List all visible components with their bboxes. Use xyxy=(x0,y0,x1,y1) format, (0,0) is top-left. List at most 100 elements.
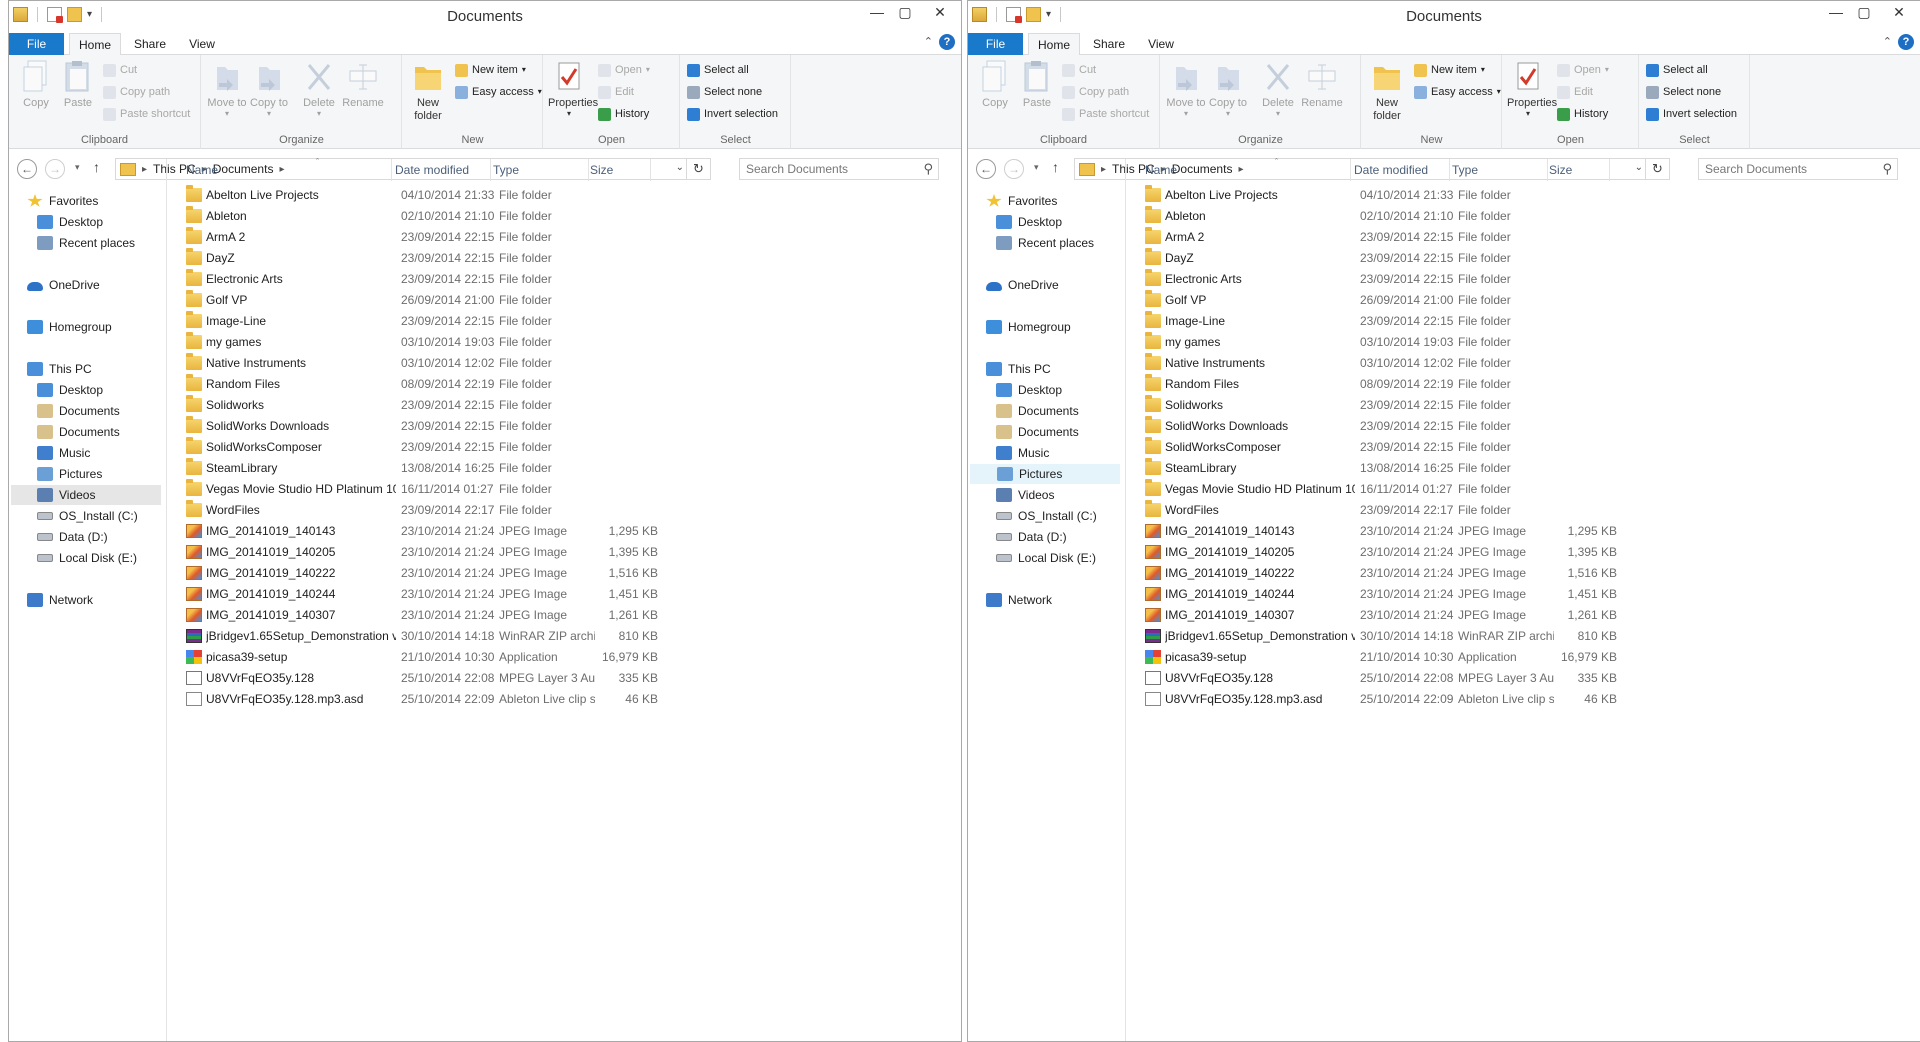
tab-file[interactable]: File xyxy=(9,33,64,55)
maximize-icon[interactable]: ▢ xyxy=(891,1,919,23)
file-name[interactable]: DayZ xyxy=(1165,248,1355,269)
file-name[interactable]: Electronic Arts xyxy=(206,269,396,290)
copy-button[interactable]: Copy xyxy=(974,59,1016,110)
easy-access-button[interactable]: Easy access ▾ xyxy=(1414,83,1501,101)
file-row[interactable]: my games 03/10/2014 19:03 File folder xyxy=(168,332,961,353)
file-name[interactable]: U8VVrFqEO35y.128 xyxy=(1165,668,1355,689)
nav-item-homegroup[interactable]: Homegroup xyxy=(986,317,1071,337)
nav-item-desktop[interactable]: Desktop xyxy=(996,380,1062,400)
close-icon[interactable]: ✕ xyxy=(919,1,961,23)
column-header-size[interactable]: Size xyxy=(1549,159,1609,181)
column-header-name[interactable]: Name xyxy=(1145,159,1350,181)
new-folder-button[interactable]: New folder xyxy=(407,59,449,123)
file-name[interactable]: Abelton Live Projects xyxy=(206,185,396,206)
copy-path-button[interactable]: Copy path xyxy=(1062,83,1129,101)
column-divider[interactable] xyxy=(1449,159,1450,181)
file-row[interactable]: IMG_20141019_140222 23/10/2014 21:24 JPEG … xyxy=(168,563,961,584)
nav-item-onedrive[interactable]: OneDrive xyxy=(986,275,1059,295)
invert-selection-button[interactable]: Invert selection xyxy=(1646,105,1737,123)
file-name[interactable]: IMG_20141019_140143 xyxy=(206,521,396,542)
file-row[interactable]: Ableton 02/10/2014 21:10 File folder xyxy=(1127,206,1920,227)
edit-button[interactable]: Edit xyxy=(598,83,634,101)
nav-item-data-d[interactable]: Data (D:) xyxy=(37,527,108,547)
column-header-date-modified[interactable]: Date modified xyxy=(395,159,490,181)
nav-item-network[interactable]: Network xyxy=(986,590,1052,610)
file-name[interactable]: IMG_20141019_140205 xyxy=(206,542,396,563)
file-row[interactable]: Image-Line 23/09/2014 22:15 File folder xyxy=(1127,311,1920,332)
column-divider[interactable] xyxy=(588,159,589,181)
new-item-button[interactable]: New item ▾ xyxy=(1414,61,1485,79)
file-row[interactable]: IMG_20141019_140244 23/10/2014 21:24 JPEG … xyxy=(1127,584,1920,605)
file-row[interactable]: IMG_20141019_140222 23/10/2014 21:24 JPEG … xyxy=(1127,563,1920,584)
nav-item-documents[interactable]: Documents xyxy=(996,401,1079,421)
paste-shortcut-button[interactable]: Paste shortcut xyxy=(103,105,190,123)
file-name[interactable]: U8VVrFqEO35y.128.mp3.asd xyxy=(206,689,396,710)
file-name[interactable]: SolidWorks Downloads xyxy=(1165,416,1355,437)
file-name[interactable]: Golf VP xyxy=(206,290,396,311)
file-name[interactable]: WordFiles xyxy=(1165,500,1355,521)
nav-item-music[interactable]: Music xyxy=(37,443,90,463)
move-to-button[interactable]: Move to ▾ xyxy=(1165,59,1207,118)
file-row[interactable]: jBridgev1.65Setup_Demonstration version 3… xyxy=(1127,626,1920,647)
file-name[interactable]: SteamLibrary xyxy=(206,458,396,479)
file-row[interactable]: Solidworks 23/09/2014 22:15 File folder xyxy=(1127,395,1920,416)
easy-access-button[interactable]: Easy access ▾ xyxy=(455,83,542,101)
history-button[interactable]: History xyxy=(1557,105,1608,123)
file-name[interactable]: Ableton xyxy=(1165,206,1355,227)
nav-item-favorites[interactable]: Favorites xyxy=(986,191,1057,211)
rename-button[interactable]: Rename xyxy=(342,59,384,110)
nav-item-this-pc[interactable]: This PC xyxy=(27,359,92,379)
file-name[interactable]: Image-Line xyxy=(206,311,396,332)
nav-item-network[interactable]: Network xyxy=(27,590,93,610)
file-row[interactable]: U8VVrFqEO35y.128.mp3.asd 25/10/2014 22:09… xyxy=(168,689,961,710)
history-button[interactable]: History xyxy=(598,105,649,123)
file-row[interactable]: DayZ 23/09/2014 22:15 File folder xyxy=(168,248,961,269)
file-name[interactable]: Ableton xyxy=(206,206,396,227)
column-divider[interactable] xyxy=(1547,159,1548,181)
nav-item-this-pc[interactable]: This PC xyxy=(986,359,1051,379)
file-row[interactable]: SolidWorksComposer 23/09/2014 22:15 File f… xyxy=(1127,437,1920,458)
file-row[interactable]: Native Instruments 03/10/2014 12:02 File f… xyxy=(1127,353,1920,374)
file-row[interactable]: Abelton Live Projects 04/10/2014 21:33 Fil… xyxy=(168,185,961,206)
column-header-size[interactable]: Size xyxy=(590,159,650,181)
nav-item-os-install-c[interactable]: OS_Install (C:) xyxy=(996,506,1097,526)
file-row[interactable]: U8VVrFqEO35y.128 25/10/2014 22:08 MPEG Lay… xyxy=(1127,668,1920,689)
column-divider[interactable] xyxy=(650,159,651,181)
minimize-icon[interactable]: — xyxy=(1822,1,1850,23)
file-name[interactable]: ArmA 2 xyxy=(206,227,396,248)
file-name[interactable]: U8VVrFqEO35y.128 xyxy=(206,668,396,689)
nav-item-favorites[interactable]: Favorites xyxy=(27,191,98,211)
file-name[interactable]: IMG_20141019_140222 xyxy=(206,563,396,584)
file-name[interactable]: Vegas Movie Studio HD Platinum 10.0 Pr..… xyxy=(206,479,396,500)
file-row[interactable]: U8VVrFqEO35y.128.mp3.asd 25/10/2014 22:09… xyxy=(1127,689,1920,710)
nav-item-desktop[interactable]: Desktop xyxy=(996,212,1062,232)
file-name[interactable]: Native Instruments xyxy=(206,353,396,374)
nav-item-documents[interactable]: Documents xyxy=(37,401,120,421)
file-row[interactable]: Solidworks 23/09/2014 22:15 File folder xyxy=(168,395,961,416)
cut-button[interactable]: Cut xyxy=(1062,61,1096,79)
file-name[interactable]: Native Instruments xyxy=(1165,353,1355,374)
file-row[interactable]: Golf VP 26/09/2014 21:00 File folder xyxy=(1127,290,1920,311)
nav-item-documents[interactable]: Documents xyxy=(996,422,1079,442)
new-item-button[interactable]: New item ▾ xyxy=(455,61,526,79)
file-row[interactable]: IMG_20141019_140244 23/10/2014 21:24 JPEG … xyxy=(168,584,961,605)
nav-item-recent-places[interactable]: Recent places xyxy=(37,233,135,253)
open-button[interactable]: Open ▾ xyxy=(598,61,650,79)
file-row[interactable]: Random Files 08/09/2014 22:19 File folder xyxy=(1127,374,1920,395)
file-name[interactable]: Golf VP xyxy=(1165,290,1355,311)
nav-item-homegroup[interactable]: Homegroup xyxy=(27,317,112,337)
nav-item-videos[interactable]: Videos xyxy=(11,485,161,505)
nav-item-local-disk-e[interactable]: Local Disk (E:) xyxy=(996,548,1096,568)
file-name[interactable]: Solidworks xyxy=(206,395,396,416)
file-name[interactable]: IMG_20141019_140205 xyxy=(1165,542,1355,563)
column-header-type[interactable]: Type xyxy=(1452,159,1547,181)
file-row[interactable]: Random Files 08/09/2014 22:19 File folder xyxy=(168,374,961,395)
file-row[interactable]: jBridgev1.65Setup_Demonstration version 3… xyxy=(168,626,961,647)
file-name[interactable]: Electronic Arts xyxy=(1165,269,1355,290)
paste-button[interactable]: Paste xyxy=(1016,59,1058,110)
copy-button[interactable]: Copy xyxy=(15,59,57,110)
column-header-type[interactable]: Type xyxy=(493,159,588,181)
nav-item-local-disk-e[interactable]: Local Disk (E:) xyxy=(37,548,137,568)
file-name[interactable]: ArmA 2 xyxy=(1165,227,1355,248)
file-row[interactable]: WordFiles 23/09/2014 22:17 File folder xyxy=(168,500,961,521)
